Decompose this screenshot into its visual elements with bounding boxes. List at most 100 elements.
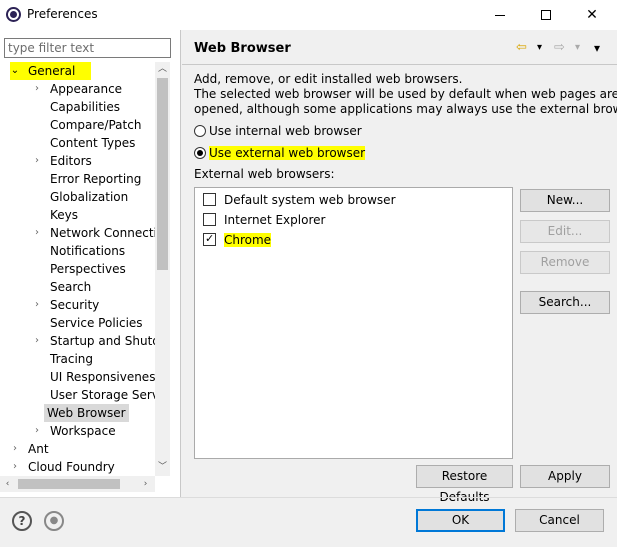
- apply-button[interactable]: Apply: [520, 465, 610, 488]
- tree-item[interactable]: Perspectives: [0, 260, 155, 278]
- new-button[interactable]: New...: [520, 189, 610, 212]
- close-button[interactable]: ✕: [569, 0, 615, 30]
- tree-item-label: Service Policies: [50, 316, 143, 330]
- tree-item-label: Content Types: [50, 136, 136, 150]
- chevron-right-icon[interactable]: ›: [32, 422, 42, 440]
- scroll-right-icon[interactable]: ›: [138, 476, 153, 492]
- list-item[interactable]: Chrome: [203, 230, 272, 249]
- browser-list: Default system web browser Internet Expl…: [194, 187, 513, 459]
- tree-item[interactable]: › Editors: [0, 152, 155, 170]
- tree-item[interactable]: Service Policies: [0, 314, 155, 332]
- back-arrow-icon[interactable]: ⇦: [516, 40, 527, 56]
- tree-item[interactable]: ⌄ General: [0, 62, 155, 80]
- tree-vertical-scrollbar[interactable]: ︿ ﹀: [155, 62, 170, 476]
- chevron-right-icon[interactable]: ›: [10, 440, 20, 458]
- list-item[interactable]: Internet Explorer: [203, 211, 325, 229]
- tree-item[interactable]: UI Responsiveness M: [0, 368, 155, 386]
- checkbox-icon[interactable]: [203, 213, 216, 226]
- tree-item[interactable]: › Appearance: [0, 80, 155, 98]
- description-line: Add, remove, or edit installed web brows…: [194, 72, 463, 86]
- remove-button[interactable]: Remove: [520, 251, 610, 274]
- description-line: The selected web browser will be used by…: [194, 87, 617, 101]
- search-button[interactable]: Search...: [520, 291, 610, 314]
- tree-item-label: User Storage Service: [50, 388, 155, 402]
- tree-item[interactable]: User Storage Service: [0, 386, 155, 404]
- footer-separator: [0, 497, 617, 498]
- scroll-up-icon[interactable]: ︿: [155, 62, 170, 77]
- import-export-icon[interactable]: ●: [44, 511, 64, 531]
- scroll-thumb[interactable]: [157, 78, 168, 270]
- radio-external-label: Use external web browser: [209, 146, 366, 160]
- tree-item[interactable]: › Startup and Shutdo: [0, 332, 155, 350]
- tree-horizontal-scrollbar[interactable]: ‹ ›: [0, 476, 155, 492]
- tree-item[interactable]: › Network Connection: [0, 224, 155, 242]
- tree-item[interactable]: Compare/Patch: [0, 116, 155, 134]
- tree-item[interactable]: › Cloud Foundry: [0, 458, 155, 476]
- tree-item-label: Workspace: [50, 424, 116, 438]
- page-title: Web Browser: [194, 41, 291, 56]
- header-separator: [182, 64, 617, 65]
- tree-item-label: Ant: [28, 442, 49, 456]
- radio-button-icon[interactable]: [194, 124, 206, 137]
- minimize-button[interactable]: [477, 0, 523, 30]
- chevron-right-icon[interactable]: ›: [10, 458, 20, 476]
- tree-item[interactable]: › Security: [0, 296, 155, 314]
- view-menu-icon[interactable]: ▾: [594, 40, 600, 56]
- maximize-button[interactable]: [523, 0, 569, 30]
- preferences-tree: ⌄ General › Appearance Capabilities Compare/P…: [0, 62, 155, 476]
- edit-button[interactable]: Edit...: [520, 220, 610, 243]
- tree-item[interactable]: Content Types: [0, 134, 155, 152]
- ok-button[interactable]: OK: [416, 509, 505, 532]
- tree-item[interactable]: Capabilities: [0, 98, 155, 116]
- tree-item-label: Error Reporting: [50, 172, 142, 186]
- tree-item[interactable]: Web Browser: [0, 404, 155, 422]
- tree-item[interactable]: Search: [0, 278, 155, 296]
- back-menu-icon[interactable]: ▾: [537, 40, 542, 56]
- eclipse-app-icon: [6, 7, 21, 22]
- tree-item[interactable]: Error Reporting: [0, 170, 155, 188]
- tree-item-label: Keys: [50, 208, 79, 222]
- scroll-down-icon[interactable]: ﹀: [155, 460, 170, 475]
- tree-item-label: Startup and Shutdo: [50, 334, 155, 348]
- checkbox-checked-icon[interactable]: [203, 230, 216, 248]
- description-line: opened, although some applications may a…: [194, 102, 617, 116]
- tree-item[interactable]: Notifications: [0, 242, 155, 260]
- list-item[interactable]: Default system web browser: [203, 191, 396, 209]
- tree-item-label: General: [20, 62, 92, 80]
- title-bar: Preferences ✕: [0, 0, 617, 30]
- tree-item-label: Globalization: [50, 190, 129, 204]
- tree-item-label: Perspectives: [50, 262, 126, 276]
- tree-item-label: Appearance: [50, 82, 123, 96]
- tree-item-label: Capabilities: [50, 100, 120, 114]
- checkbox-icon[interactable]: [203, 193, 216, 206]
- radio-internal-browser[interactable]: Use internal web browser: [194, 122, 362, 140]
- tree-item[interactable]: Tracing: [0, 350, 155, 368]
- external-browsers-label: External web browsers:: [194, 167, 335, 181]
- panel-divider: [180, 30, 181, 497]
- tree-item[interactable]: › Workspace: [0, 422, 155, 440]
- chevron-right-icon[interactable]: ›: [32, 224, 42, 242]
- tree-item-label: Editors: [50, 154, 92, 168]
- chevron-down-icon[interactable]: ⌄: [10, 62, 20, 80]
- radio-external-browser[interactable]: Use external web browser: [194, 144, 366, 162]
- filter-input[interactable]: type filter text: [4, 38, 171, 58]
- tree-item[interactable]: Globalization: [0, 188, 155, 206]
- chevron-right-icon[interactable]: ›: [32, 296, 42, 314]
- scroll-left-icon[interactable]: ‹: [0, 476, 15, 492]
- forward-arrow-icon[interactable]: ⇨: [554, 40, 565, 56]
- tree-item[interactable]: › Ant: [0, 440, 155, 458]
- help-icon[interactable]: ?: [12, 511, 32, 531]
- window-title: Preferences: [27, 7, 98, 21]
- tree-item-label: Security: [50, 298, 100, 312]
- radio-button-selected-icon[interactable]: [194, 146, 206, 159]
- chevron-right-icon[interactable]: ›: [32, 332, 42, 350]
- chevron-right-icon[interactable]: ›: [32, 152, 42, 170]
- browser-label: Default system web browser: [224, 193, 396, 207]
- hscroll-thumb[interactable]: [18, 479, 120, 489]
- chevron-right-icon[interactable]: ›: [32, 80, 42, 98]
- radio-internal-label: Use internal web browser: [209, 124, 362, 138]
- cancel-button[interactable]: Cancel: [515, 509, 604, 532]
- tree-item[interactable]: Keys: [0, 206, 155, 224]
- forward-menu-icon[interactable]: ▾: [575, 40, 580, 56]
- restore-defaults-button[interactable]: Restore Defaults: [416, 465, 513, 504]
